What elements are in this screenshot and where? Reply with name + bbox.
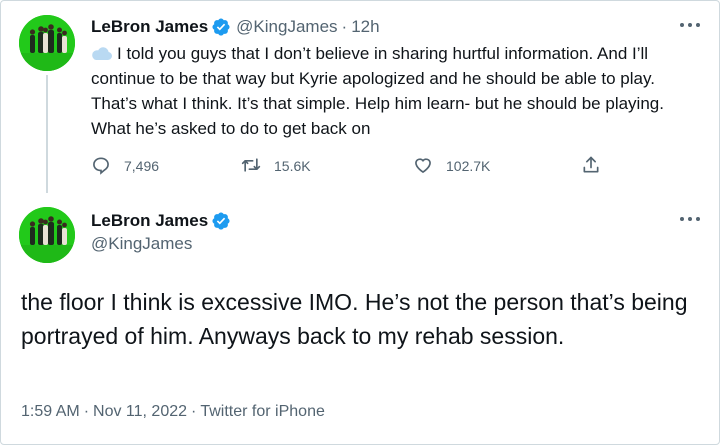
share-button[interactable] (581, 153, 601, 179)
author-name[interactable]: LeBron James (91, 211, 208, 231)
retweet-count: 15.6K (274, 158, 311, 174)
author-name[interactable]: LeBron James (91, 17, 208, 37)
tweet-actions: 7,496 15.6K 102.7K (91, 153, 611, 179)
retweet-button[interactable]: 15.6K (241, 153, 311, 179)
author-handle[interactable]: @KingJames (91, 234, 192, 254)
verified-badge-icon (211, 17, 231, 37)
reply-button[interactable]: 7,496 (91, 153, 159, 179)
tweet-text: the floor I think is excessive IMO. He’s… (21, 289, 688, 349)
tweet-thread-card: LeBron James @KingJames · 12h I told you… (0, 0, 720, 445)
tweet-timestamp[interactable]: 1:59 AM (21, 403, 80, 420)
like-button[interactable]: 102.7K (413, 153, 490, 179)
verified-badge-icon (211, 211, 231, 231)
tweet-text: I told you guys that I don’t believe in … (91, 41, 701, 141)
more-icon[interactable] (677, 209, 703, 229)
retweet-icon (241, 155, 274, 178)
author-handle[interactable]: @KingJames (236, 17, 337, 37)
avatar[interactable] (19, 207, 75, 263)
like-count: 102.7K (446, 158, 491, 174)
tweet-time[interactable]: 12h (351, 17, 379, 37)
avatar[interactable] (19, 15, 75, 71)
share-icon (581, 155, 601, 178)
tweet-header: LeBron James (91, 209, 231, 233)
meta-separator: · (191, 403, 197, 420)
like-icon (413, 155, 446, 178)
tweet-text-content: I told you guys that I don’t believe in … (91, 44, 664, 138)
tweet-date[interactable]: Nov 11, 2022 (93, 403, 187, 420)
meta-separator: · (83, 403, 90, 420)
header-separator: · (341, 17, 348, 36)
reply-icon (91, 155, 124, 178)
thread-connector-line (46, 75, 48, 193)
cloud-emoji-icon (91, 43, 113, 60)
more-icon[interactable] (677, 15, 703, 35)
tweet-source[interactable]: Twitter for iPhone (200, 403, 325, 420)
reply-count: 7,496 (124, 158, 160, 174)
tweet-header: LeBron James @KingJames · 12h (91, 15, 380, 39)
tweet-meta: 1:59 AM · Nov 11, 2022 · Twitter for iPhone (21, 403, 325, 421)
